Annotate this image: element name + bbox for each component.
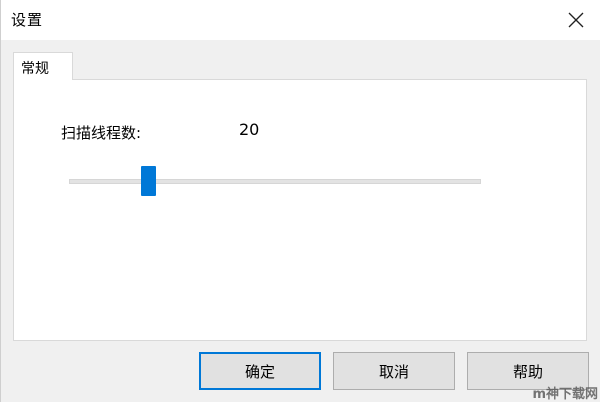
- tab-general-label: 常规: [21, 61, 49, 77]
- settings-dialog: 设置 常规 扫描线程数: 20 确定 取消 帮助 m神下载网: [0, 0, 600, 402]
- thread-count-label: 扫描线程数:: [61, 124, 142, 142]
- thread-count-slider-track[interactable]: [69, 179, 481, 184]
- tab-general[interactable]: 常规: [13, 52, 73, 80]
- thread-count-value: 20: [239, 120, 260, 139]
- cancel-button[interactable]: 取消: [333, 352, 455, 390]
- window-title: 设置: [11, 11, 44, 29]
- close-button[interactable]: [559, 4, 593, 36]
- close-icon: [568, 12, 584, 28]
- watermark: m神下载网: [532, 387, 598, 402]
- ok-button[interactable]: 确定: [199, 352, 321, 390]
- general-tab-panel: [13, 79, 587, 341]
- thread-count-slider-thumb[interactable]: [140, 166, 156, 196]
- title-bar: 设置: [1, 0, 600, 40]
